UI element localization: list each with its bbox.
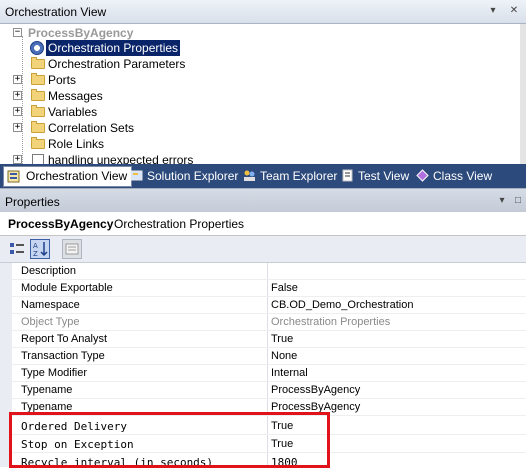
tree-root-label: ProcessByAgency (28, 26, 134, 40)
orchestration-view-icon (7, 170, 20, 183)
tree-item-handling-unexpected-errors[interactable]: + handling unexpected errors (0, 152, 300, 164)
properties-toolbar: A Z (0, 236, 526, 263)
property-row-transaction-type[interactable]: Transaction Type None (12, 348, 526, 365)
tree-item-variables[interactable]: + Variables (0, 104, 300, 120)
tree-item-label: handling unexpected errors (48, 153, 194, 164)
tree-item-orchestration-parameters[interactable]: Orchestration Parameters (0, 56, 300, 72)
folder-icon (31, 73, 45, 85)
property-value[interactable]: Internal (271, 367, 308, 379)
pin-icon[interactable]: □ (512, 195, 524, 207)
property-value[interactable]: False (271, 282, 298, 294)
tab-label: Orchestration View (26, 169, 128, 183)
tree-item-label: Correlation Sets (48, 121, 135, 135)
properties-title: Properties (5, 195, 60, 209)
expand-icon[interactable]: + (13, 123, 22, 132)
tab-label: Team Explorer (260, 169, 338, 183)
tree-item-ports[interactable]: + Ports (0, 72, 300, 88)
property-row-module-exportable[interactable]: Module Exportable False (12, 280, 526, 297)
property-value[interactable]: CB.OD_Demo_Orchestration (271, 299, 413, 311)
property-row-type-modifier[interactable]: Type Modifier Internal (12, 365, 526, 382)
folder-icon (31, 89, 45, 101)
tab-class-view[interactable]: Class View (413, 166, 492, 186)
tree-item-label: Role Links (48, 137, 105, 151)
tab-team-explorer[interactable]: Team Explorer (240, 166, 337, 186)
property-value[interactable]: None (271, 350, 297, 362)
tab-label: Class View (433, 169, 493, 183)
tree-item-messages[interactable]: + Messages (0, 88, 300, 104)
tree-root[interactable]: − ProcessByAgency (0, 25, 300, 41)
close-icon[interactable]: ✕ (508, 5, 520, 17)
tree-item-label: Messages (48, 89, 103, 103)
red-highlight-annotation (9, 412, 330, 468)
tree-item-orchestration-properties[interactable]: Orchestration Properties (0, 40, 300, 56)
property-row-namespace[interactable]: Namespace CB.OD_Demo_Orchestration (12, 297, 526, 314)
property-name: Module Exportable (21, 282, 113, 294)
tree-item-correlation-sets[interactable]: + Correlation Sets (0, 120, 300, 136)
property-name: Type Modifier (21, 367, 88, 379)
property-row-object-type[interactable]: Object Type Orchestration Properties (12, 314, 526, 331)
property-pages-icon (65, 243, 79, 255)
categorized-button[interactable] (7, 239, 27, 259)
property-row-typename[interactable]: Typename ProcessByAgency (12, 382, 526, 399)
property-value[interactable]: ProcessByAgency (271, 384, 360, 396)
alphabetical-button[interactable]: A Z (30, 239, 50, 259)
orchestration-tree: − ProcessByAgency Orchestration Properti… (0, 24, 520, 164)
expand-icon[interactable]: + (13, 107, 22, 116)
tab-solution-explorer[interactable]: Solution Explorer (127, 166, 238, 186)
properties-titlebar: Properties ▾ □ (0, 188, 526, 212)
property-name: Object Type (21, 316, 80, 328)
solution-explorer-icon (130, 170, 143, 181)
object-type: Orchestration Properties (114, 217, 245, 231)
tree-item-label: Ports (48, 73, 77, 87)
orchestration-view-title: Orchestration View (5, 5, 107, 19)
tool-window-tabstrip: Orchestration View Solution Explorer Tea… (0, 164, 526, 188)
property-name: Description (21, 265, 77, 277)
expand-icon[interactable]: + (13, 75, 22, 84)
property-row-description[interactable]: Description (12, 263, 526, 280)
sort-alphabetical-icon: A Z (33, 242, 48, 258)
property-value: Orchestration Properties (271, 316, 391, 328)
folder-icon (31, 105, 45, 117)
tab-label: Test View (358, 169, 410, 183)
property-name: Typename (21, 384, 73, 396)
folder-icon (31, 137, 45, 149)
tab-label: Solution Explorer (147, 169, 239, 183)
categorized-icon (10, 243, 24, 254)
class-view-icon (416, 169, 429, 182)
tree-item-label: Variables (48, 105, 98, 119)
tree-scrollbar[interactable] (520, 24, 526, 164)
object-selector[interactable]: ProcessByAgency Orchestration Properties (0, 212, 526, 236)
orchestration-view-titlebar: Orchestration View ▾ ✕ (0, 0, 526, 24)
folder-icon (31, 57, 45, 69)
tab-test-view[interactable]: Test View (338, 166, 409, 186)
tab-orchestration-view[interactable]: Orchestration View (3, 166, 133, 187)
scope-shape-icon (32, 154, 44, 164)
tree-item-label: Orchestration Properties (46, 40, 181, 56)
expand-icon[interactable]: + (13, 155, 22, 164)
collapse-icon[interactable]: − (13, 28, 22, 37)
pin-icon[interactable]: ▾ (487, 5, 499, 17)
svg-text:A: A (33, 242, 38, 250)
tree-item-label: Orchestration Parameters (48, 57, 186, 71)
tree-item-role-links[interactable]: Role Links (0, 136, 300, 152)
property-name: Namespace (21, 299, 80, 311)
property-name: Report To Analyst (21, 333, 108, 345)
expand-icon[interactable]: + (13, 91, 22, 100)
object-name: ProcessByAgency (8, 217, 114, 231)
dropdown-icon[interactable]: ▾ (496, 195, 508, 207)
test-view-icon (342, 169, 353, 182)
team-explorer-icon (244, 170, 255, 181)
gear-icon (30, 41, 44, 55)
property-pages-button[interactable] (62, 239, 82, 259)
folder-icon (31, 121, 45, 133)
property-row-report-to-analyst[interactable]: Report To Analyst True (12, 331, 526, 348)
property-name: Transaction Type (21, 350, 105, 362)
svg-text:Z: Z (33, 250, 38, 258)
property-value[interactable]: True (271, 333, 293, 345)
